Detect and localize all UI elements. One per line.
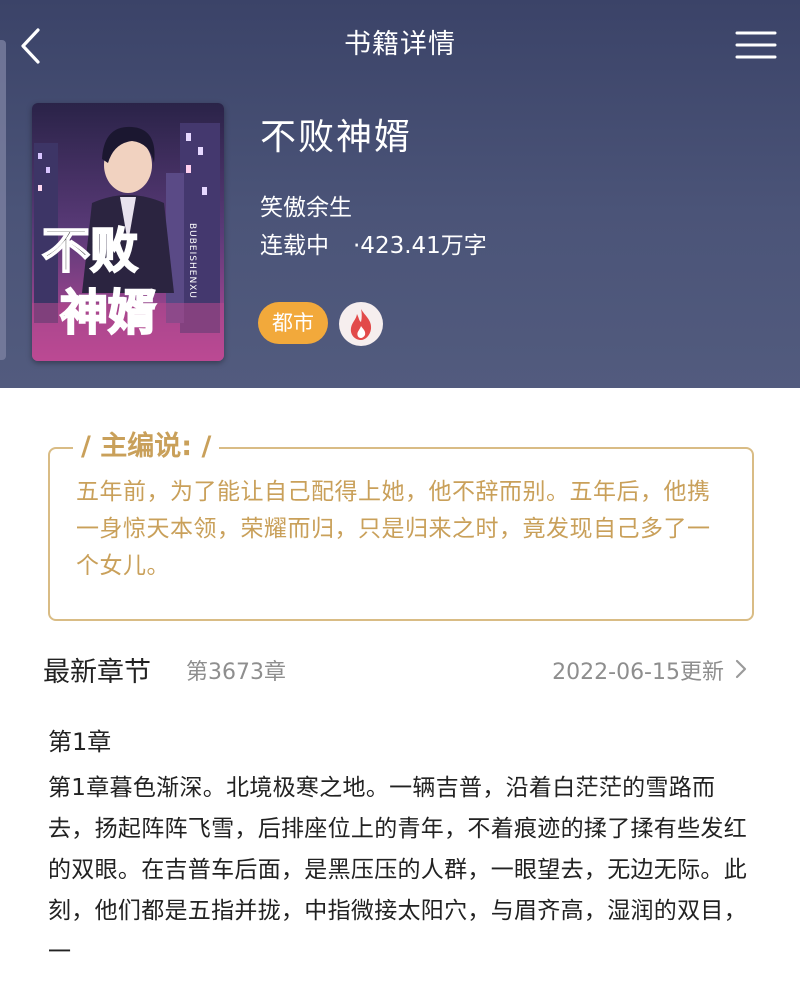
book-word-count: ·423.41万字: [353, 233, 487, 259]
book-title: 不败神婿: [260, 117, 413, 158]
book-status: 连载中: [260, 233, 329, 259]
editor-note-label: / 主编说: /: [73, 424, 220, 463]
latest-update-date: 2022-06-15更新: [552, 660, 724, 685]
chapter-title[interactable]: 第1章: [48, 722, 111, 757]
book-author[interactable]: 笑傲余生: [260, 188, 352, 222]
svg-text:神婿: 神婿: [60, 285, 156, 341]
genre-tag[interactable]: 都市: [258, 302, 328, 344]
book-cover[interactable]: 不败 神婿 BUBEISHENXU: [32, 103, 224, 361]
editor-note-text: 五年前，为了能让自己配得上她，他不辞而别。五年后，他携一身惊天本领，荣耀而归，只…: [76, 479, 711, 579]
hot-badge: [339, 302, 383, 346]
menu-button[interactable]: [734, 28, 778, 62]
flame-icon: [350, 309, 372, 340]
latest-chapter-label: 最新章节: [43, 657, 151, 688]
book-cover-image: 不败 神婿 BUBEISHENXU: [32, 103, 224, 361]
hamburger-menu-icon: [735, 31, 777, 59]
book-header: 书籍详情 不败 神婿 BUBEISHENXU 不败神婿 笑傲余生 连载中 ·42…: [0, 0, 800, 388]
chapter-preview-text[interactable]: 第1章暮色渐深。北境极寒之地。一辆吉普，沿着白茫茫的雪路而去，扬起阵阵飞雪，后排…: [48, 768, 758, 973]
latest-chapter-number: 第3673章: [186, 660, 286, 685]
latest-chapter-row[interactable]: 最新章节 第3673章 2022-06-15更新: [0, 640, 800, 698]
side-edge-handle: [0, 40, 6, 360]
editor-label-text: 主编说:: [100, 431, 193, 462]
svg-text:BUBEISHENXU: BUBEISHENXU: [187, 223, 197, 299]
svg-text:不败: 不败: [42, 223, 138, 279]
page-title: 书籍详情: [344, 29, 456, 60]
book-detail-screen: 书籍详情 不败 神婿 BUBEISHENXU 不败神婿 笑傲余生 连载中 ·42…: [0, 0, 800, 993]
editor-label-slash: /: [192, 431, 212, 462]
chevron-right-icon: [735, 659, 747, 679]
editor-label-slash: /: [81, 431, 101, 462]
